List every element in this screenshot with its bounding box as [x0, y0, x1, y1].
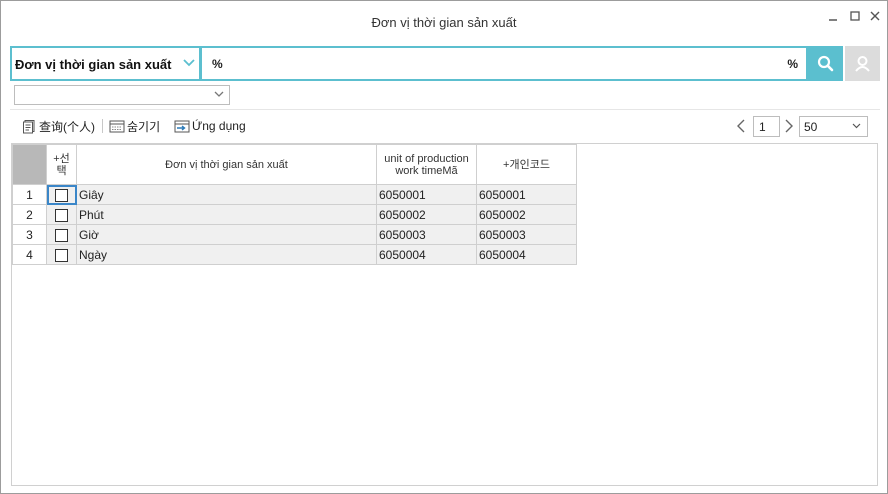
apply-button[interactable]: Ứng dụng [174, 117, 246, 135]
hide-columns-icon [109, 120, 125, 132]
minimize-button[interactable] [823, 10, 843, 28]
chevron-down-icon [214, 91, 224, 97]
dialog-window: Đơn vị thời gian sản xuất Đơn vị thời gi… [0, 0, 888, 494]
table-row[interactable]: 2 Phút 6050002 6050002 [12, 204, 577, 225]
cell-name[interactable]: Ngày [76, 244, 377, 265]
row-number: 4 [12, 244, 47, 265]
search-button[interactable] [808, 46, 843, 81]
reset-button[interactable] [845, 46, 880, 81]
grid-corner[interactable] [12, 144, 47, 185]
search-bar: Đơn vị thời gian sản xuất % % [10, 46, 880, 81]
cell-unit[interactable]: 6050002 [376, 204, 477, 225]
window-title: Đơn vị thời gian sản xuất [371, 15, 517, 30]
search-field-label: Đơn vị thời gian sản xuất [15, 57, 172, 72]
cell-code[interactable]: 6050001 [476, 184, 577, 205]
cell-code[interactable]: 6050003 [476, 224, 577, 245]
search-input[interactable]: % % [200, 46, 808, 81]
search-icon [817, 55, 834, 72]
cell-unit[interactable]: 6050004 [376, 244, 477, 265]
data-grid: +선 택 Đơn vị thời gian sản xuất unit of p… [11, 143, 878, 486]
row-number: 3 [12, 224, 47, 245]
apply-label: Ứng dụng [192, 119, 246, 133]
cell-name[interactable]: Giây [76, 184, 377, 205]
close-button[interactable] [865, 10, 885, 28]
cell-code[interactable]: 6050004 [476, 244, 577, 265]
divider [10, 109, 880, 110]
title-bar: Đơn vị thời gian sản xuất [1, 1, 887, 43]
user-reset-icon [855, 56, 870, 72]
row-checkbox[interactable] [55, 208, 68, 222]
hide-label: 숨기기 [127, 119, 161, 134]
page-size-value: 50 [804, 120, 818, 134]
row-checkbox[interactable] [55, 248, 68, 262]
table-row[interactable]: 3 Giờ 6050003 6050003 [12, 224, 577, 245]
search-input-value: % [212, 57, 223, 71]
close-icon [870, 11, 880, 21]
cell-name[interactable]: Phút [76, 204, 377, 225]
row-checkbox[interactable] [55, 188, 68, 202]
minimize-icon [829, 19, 837, 21]
row-checkbox-cell[interactable] [46, 244, 77, 265]
grid-table: +선 택 Đơn vị thời gian sản xuất unit of p… [12, 144, 577, 265]
maximize-button[interactable] [845, 10, 865, 28]
row-checkbox-cell[interactable] [46, 224, 77, 245]
column-header-select[interactable]: +선 택 [46, 144, 77, 185]
table-row[interactable]: 1 Giây 6050001 6050001 [12, 184, 577, 205]
row-number: 2 [12, 204, 47, 225]
document-icon [23, 119, 35, 133]
chevron-down-icon [183, 59, 195, 67]
column-header-unit[interactable]: unit of production work timeMã [376, 144, 477, 185]
row-number: 1 [12, 184, 47, 205]
page-number-input[interactable]: 1 [753, 116, 780, 137]
grid-header-row: +선 택 Đơn vị thời gian sản xuất unit of p… [12, 144, 577, 185]
cell-name[interactable]: Giờ [76, 224, 377, 245]
secondary-filter-select[interactable] [14, 85, 230, 105]
column-header-personal-code[interactable]: +개인코드 [476, 144, 577, 185]
row-checkbox[interactable] [55, 228, 68, 242]
chevron-down-icon [852, 123, 861, 129]
cell-unit[interactable]: 6050003 [376, 224, 477, 245]
toolbar-divider [102, 119, 103, 133]
row-checkbox-cell[interactable] [46, 184, 77, 205]
search-input-suffix: % [787, 57, 798, 71]
search-field-select[interactable]: Đơn vị thời gian sản xuất [10, 46, 201, 81]
hide-button[interactable]: 숨기기 [109, 117, 160, 135]
query-personal-label: 查询(个人) [39, 119, 95, 134]
apply-icon [174, 120, 190, 132]
row-checkbox-cell[interactable] [46, 204, 77, 225]
cell-code[interactable]: 6050002 [476, 204, 577, 225]
next-page-button[interactable] [784, 119, 794, 133]
page-size-select[interactable]: 50 [799, 116, 868, 137]
column-header-name[interactable]: Đơn vị thời gian sản xuất [76, 144, 377, 185]
query-personal-button[interactable]: 查询(个人) [22, 117, 95, 135]
cell-unit[interactable]: 6050001 [376, 184, 477, 205]
table-row[interactable]: 4 Ngày 6050004 6050004 [12, 244, 577, 265]
prev-page-button[interactable] [736, 119, 746, 133]
maximize-icon [850, 11, 860, 21]
